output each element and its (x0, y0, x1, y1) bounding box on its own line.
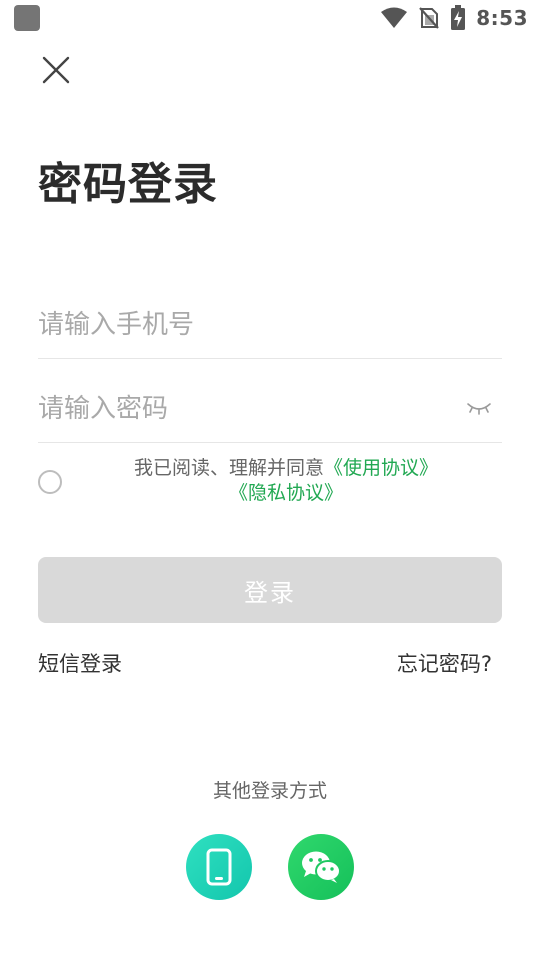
agreement-checkbox[interactable] (38, 470, 62, 494)
page-title: 密码登录 (38, 159, 218, 210)
wechat-icon (302, 851, 341, 883)
phone-field-container (38, 296, 502, 359)
agreement-prefix: 我已阅读、理解并同意 (133, 457, 324, 479)
eye-closed-icon[interactable] (466, 398, 492, 418)
status-bar: 8:53 (0, 0, 540, 36)
status-icons: 8:53 (380, 4, 528, 32)
terms-link[interactable]: 《使用协议》 (324, 457, 438, 479)
sms-login-link[interactable]: 短信登录 (38, 648, 122, 678)
close-icon (42, 56, 70, 84)
app-notification-icon (14, 5, 40, 31)
mobile-phone-icon (206, 848, 232, 886)
battery-charging-icon (451, 5, 466, 30)
no-sim-icon (419, 7, 440, 29)
password-field-container (38, 380, 502, 443)
forgot-password-link[interactable]: 忘记密码? (397, 648, 492, 678)
agreement-row: 我已阅读、理解并同意《使用协议》《隐私协议》 (38, 456, 502, 516)
wifi-icon (381, 7, 408, 28)
wechat-login-button[interactable] (288, 834, 354, 900)
phone-input[interactable] (38, 296, 438, 354)
other-login-label: 其他登录方式 (212, 780, 327, 802)
phone-login-button[interactable] (186, 834, 252, 900)
close-button[interactable] (38, 52, 74, 88)
agreement-text: 我已阅读、理解并同意《使用协议》《隐私协议》 (84, 456, 488, 506)
login-button[interactable]: 登录 (38, 557, 502, 623)
status-time: 8:53 (476, 6, 528, 30)
privacy-link[interactable]: 《隐私协议》 (229, 482, 343, 504)
password-input[interactable] (38, 380, 438, 438)
